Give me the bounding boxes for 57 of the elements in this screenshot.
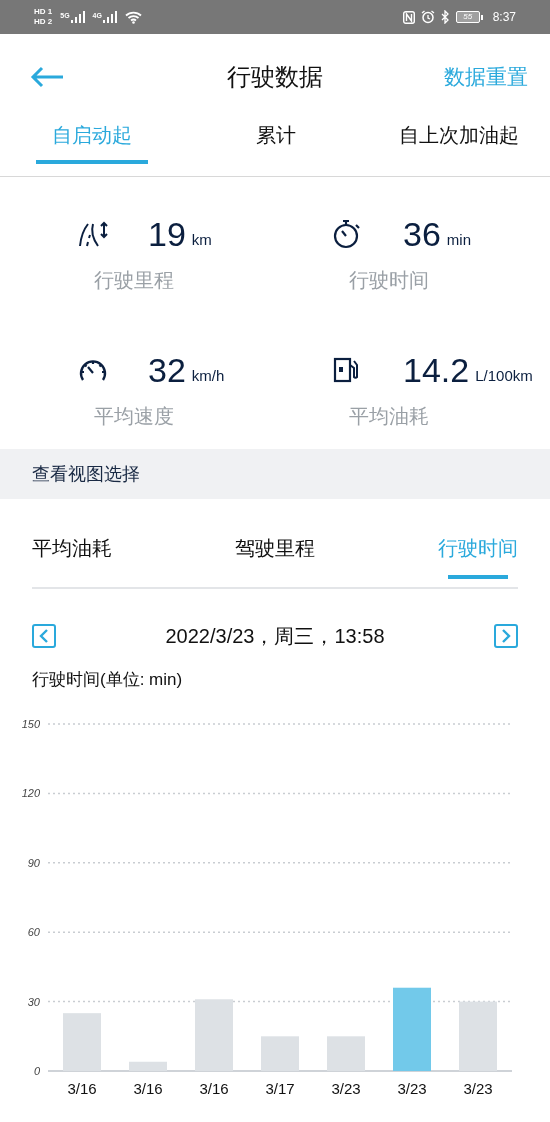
bar bbox=[261, 1035, 299, 1071]
y-tick-label: 0 bbox=[33, 1064, 40, 1077]
stat-value: 36 bbox=[403, 217, 441, 251]
stat-unit: km bbox=[191, 229, 212, 250]
signal-icon bbox=[70, 11, 85, 23]
section-title: 查看视图选择 bbox=[32, 462, 140, 486]
y-tick-label: 30 bbox=[27, 995, 40, 1008]
chart-title: 行驶时间(单位: min) bbox=[32, 669, 183, 691]
y-tick-label: 90 bbox=[27, 856, 40, 869]
view-tab[interactable]: 平均油耗 bbox=[32, 534, 112, 587]
wifi-icon bbox=[124, 10, 142, 24]
stat-label: 行驶里程 bbox=[94, 268, 175, 293]
y-tick-label: 60 bbox=[27, 925, 40, 938]
battery-indicator: 55 bbox=[455, 11, 480, 23]
y-tick-label: 120 bbox=[21, 786, 40, 799]
tab[interactable]: 自上次加油起 bbox=[368, 120, 550, 176]
alarm-icon bbox=[420, 10, 435, 24]
x-tick-label: 3/17 bbox=[265, 1079, 295, 1097]
stat-label: 行驶时间 bbox=[349, 268, 430, 293]
bar bbox=[129, 1061, 167, 1071]
x-tick-label: 3/16 bbox=[67, 1079, 97, 1097]
next-day-button[interactable] bbox=[494, 624, 518, 648]
sim-label: HD 2 bbox=[34, 18, 53, 26]
nfc-icon bbox=[402, 10, 415, 24]
fuel-pump-icon bbox=[333, 357, 359, 383]
bluetooth-icon bbox=[440, 10, 450, 24]
stat-value: 14.2 bbox=[403, 353, 470, 387]
view-tab[interactable]: 驾驶里程 bbox=[235, 534, 315, 587]
date-label: 2022/3/23，周三，13:58 bbox=[165, 624, 385, 649]
road-icon bbox=[78, 221, 110, 247]
stat-value: 32 bbox=[148, 353, 186, 387]
back-arrow-icon[interactable] bbox=[30, 66, 64, 88]
stat-unit: min bbox=[446, 229, 471, 250]
bar bbox=[327, 1035, 365, 1071]
x-tick-label: 3/23 bbox=[397, 1079, 427, 1097]
x-tick-label: 3/16 bbox=[133, 1079, 163, 1097]
previous-day-button[interactable] bbox=[32, 624, 56, 648]
bar bbox=[63, 1012, 101, 1071]
stat-label: 平均速度 bbox=[94, 404, 175, 429]
y-tick-label: 150 bbox=[21, 717, 40, 730]
x-tick-label: 3/16 bbox=[199, 1079, 229, 1097]
stat-value: 19 bbox=[148, 217, 186, 251]
chevron-icon bbox=[501, 629, 511, 643]
stat-unit: km/h bbox=[191, 365, 225, 386]
clock-time: 8:37 bbox=[492, 9, 516, 26]
signal-icon bbox=[102, 11, 117, 23]
chevron-icon bbox=[39, 629, 49, 643]
stat-label: 平均油耗 bbox=[349, 404, 430, 429]
tab[interactable]: 累计 bbox=[184, 120, 368, 176]
bar bbox=[459, 1001, 497, 1071]
x-tick-label: 3/23 bbox=[331, 1079, 361, 1097]
sim-label: HD 1 bbox=[34, 8, 53, 16]
stat-unit: L/100km bbox=[475, 365, 533, 386]
speedometer-icon bbox=[78, 358, 108, 382]
x-tick-label: 3/23 bbox=[463, 1079, 493, 1097]
page-title: 行驶数据 bbox=[227, 62, 323, 92]
stopwatch-icon bbox=[333, 219, 361, 249]
